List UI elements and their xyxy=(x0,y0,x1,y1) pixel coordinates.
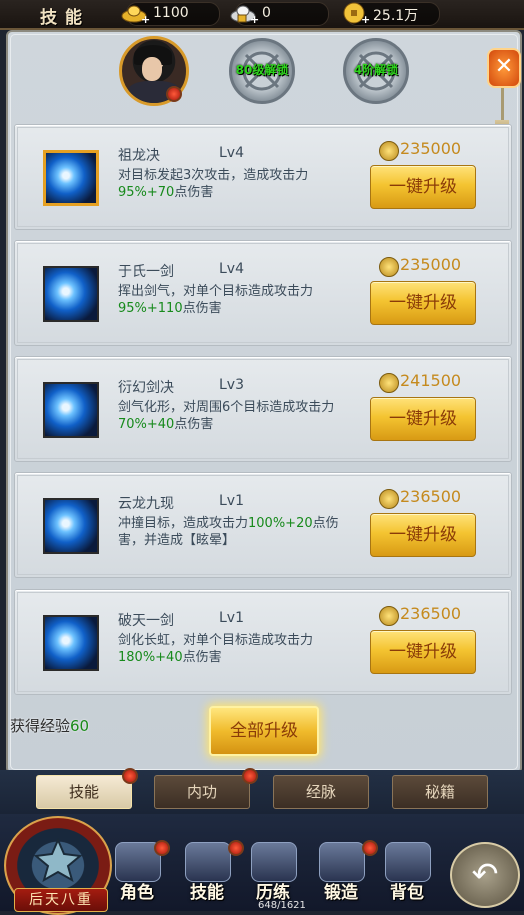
upgrade-cost: 241500 xyxy=(400,371,462,390)
gate-icon xyxy=(251,842,297,882)
page-title: 技能 xyxy=(40,8,90,28)
add-icon: + xyxy=(250,13,260,26)
skill-description: 冲撞目标，造成攻击力100%+20点伤害，并造成【眩晕】 xyxy=(118,516,339,548)
skill-name: 云龙九现 xyxy=(118,496,174,512)
tab-meridians[interactable]: 经脉 xyxy=(273,775,369,809)
back-button[interactable]: ↶ xyxy=(450,842,520,908)
slot-unlock-text: 4阶解锁 xyxy=(353,63,399,77)
upgrade-cost: 236500 xyxy=(400,487,462,506)
tab-skills[interactable]: 技能 xyxy=(36,775,132,809)
phantom-sword-skill-icon[interactable] xyxy=(43,382,99,438)
nav-label: 角色 xyxy=(120,883,154,903)
skill-name: 衍幻剑决 xyxy=(118,380,174,396)
notification-dot xyxy=(362,840,378,856)
cloud-dragon-skill-icon[interactable] xyxy=(43,498,99,554)
exp-gain-label: 获得经验60 xyxy=(10,717,90,735)
coin-value: 25.1万 xyxy=(373,8,419,24)
return-arrow-icon: ↶ xyxy=(471,855,499,893)
bag-icon xyxy=(385,842,431,882)
gold-ingot-counter[interactable]: + 1100 xyxy=(121,2,220,26)
close-icon: ✕ xyxy=(494,54,514,79)
dragon-skill-icon[interactable] xyxy=(43,150,99,206)
coin-icon xyxy=(379,373,399,393)
coin-icon xyxy=(379,141,399,161)
upgrade-cost: 235000 xyxy=(400,255,462,274)
skill-description: 对目标发起3次攻击，造成攻击力95%+70点伤害 xyxy=(118,168,309,200)
locked-slot-2[interactable]: 4阶解锁 xyxy=(343,38,409,104)
skill-name: 祖龙决 xyxy=(118,148,160,164)
skill-card[interactable]: 衍幻剑决 Lv3 剑气化形，对周围6个目标造成攻击力70%+40点伤害 2415… xyxy=(14,356,512,462)
skill-description: 挥出剑气，对单个目标造成攻击力95%+110点伤害 xyxy=(118,284,314,316)
upgrade-cost: 235000 xyxy=(400,139,462,158)
skill-name: 于氏一剑 xyxy=(118,264,174,280)
coin-icon xyxy=(379,606,399,626)
book-icon xyxy=(185,842,231,882)
upgrade-all-button[interactable]: 全部升级 xyxy=(209,706,319,756)
crest-icon xyxy=(34,838,82,882)
nav-label: 背包 xyxy=(390,883,424,903)
one-click-upgrade-button[interactable]: 一键升级 xyxy=(370,397,476,441)
top-bar: 技能 + 1100 + 0 + 25.1万 xyxy=(0,0,524,30)
notification-dot xyxy=(166,86,182,102)
anvil-icon xyxy=(319,842,365,882)
slot-unlock-text: 80级解锁 xyxy=(235,63,289,77)
nav-training[interactable]: 历练 xyxy=(246,842,300,903)
upgrade-cost: 236500 xyxy=(400,604,462,623)
bound-ingot-value: 0 xyxy=(262,5,271,21)
notification-dot xyxy=(228,840,244,856)
training-progress: 648/1621 xyxy=(258,900,306,911)
nav-label: 技能 xyxy=(190,883,224,903)
close-button[interactable]: ✕ xyxy=(487,48,521,88)
add-icon: + xyxy=(141,13,151,26)
skill-card[interactable]: 破天一剑 Lv1 剑化长虹，对单个目标造成攻击力180%+40点伤害 23650… xyxy=(14,589,512,695)
skill-level: Lv4 xyxy=(219,145,244,161)
sword-slash-skill-icon[interactable] xyxy=(43,266,99,322)
skill-card[interactable]: 云龙九现 Lv1 冲撞目标，造成攻击力100%+20点伤害，并造成【眩晕】 23… xyxy=(14,472,512,578)
coin-counter[interactable]: + 25.1万 xyxy=(343,2,440,26)
one-click-upgrade-button[interactable]: 一键升级 xyxy=(370,165,476,209)
locked-slot-1[interactable]: 80级解锁 xyxy=(229,38,295,104)
notification-dot xyxy=(154,840,170,856)
skill-level: Lv1 xyxy=(219,610,244,626)
coin-icon xyxy=(379,489,399,509)
realm-label: 后天八重 xyxy=(14,888,108,912)
skill-level: Lv1 xyxy=(219,493,244,509)
one-click-upgrade-button[interactable]: 一键升级 xyxy=(370,630,476,674)
sky-breaker-skill-icon[interactable] xyxy=(43,615,99,671)
skill-description: 剑气化形，对周围6个目标造成攻击力70%+40点伤害 xyxy=(118,400,335,432)
notification-dot xyxy=(122,768,138,784)
nav-label: 锻造 xyxy=(324,883,358,903)
skill-card[interactable]: 于氏一剑 Lv4 挥出剑气，对单个目标造成攻击力95%+110点伤害 23500… xyxy=(14,240,512,346)
exp-gain-value: 60 xyxy=(70,717,90,735)
tab-inner-power[interactable]: 内功 xyxy=(154,775,250,809)
tab-secret-manuals[interactable]: 秘籍 xyxy=(392,775,488,809)
gold-ingot-value: 1100 xyxy=(153,5,189,21)
skill-level: Lv4 xyxy=(219,261,244,277)
skill-name: 破天一剑 xyxy=(118,613,174,629)
nav-bag[interactable]: 背包 xyxy=(380,842,434,903)
one-click-upgrade-button[interactable]: 一键升级 xyxy=(370,513,476,557)
add-icon: + xyxy=(361,13,371,26)
coin-icon xyxy=(379,257,399,277)
nav-skills[interactable]: 技能 xyxy=(180,842,234,903)
bound-ingot-counter[interactable]: + 0 xyxy=(230,2,329,26)
skill-description: 剑化长虹，对单个目标造成攻击力180%+40点伤害 xyxy=(118,633,314,665)
one-click-upgrade-button[interactable]: 一键升级 xyxy=(370,281,476,325)
notification-dot xyxy=(242,768,258,784)
skill-level: Lv3 xyxy=(219,377,244,393)
nav-forge[interactable]: 锻造 xyxy=(314,842,368,903)
skill-card[interactable]: 祖龙决 Lv4 对目标发起3次攻击，造成攻击力95%+70点伤害 235000 … xyxy=(14,124,512,230)
